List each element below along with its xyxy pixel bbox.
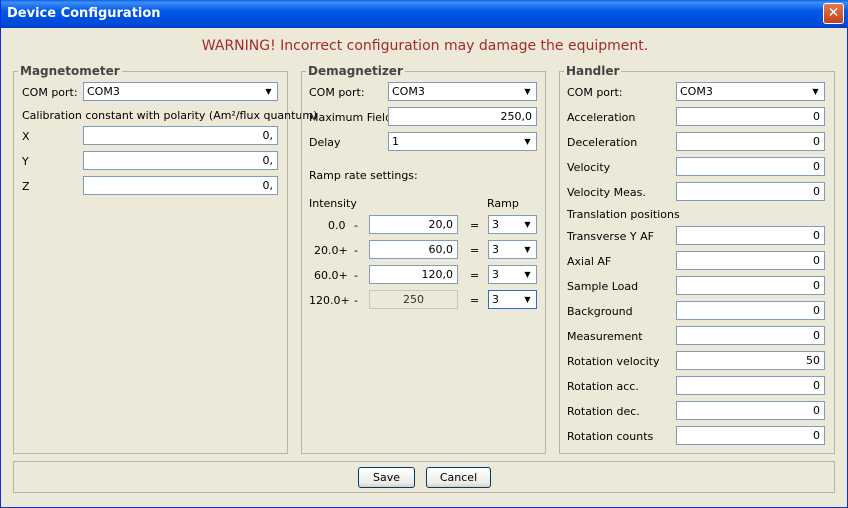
axial-label: Axial AF [567, 255, 612, 268]
ramp-row-from: 0.0 [328, 219, 346, 232]
z-field[interactable]: 0, [83, 176, 278, 195]
handler-com-value: COM3 [680, 85, 713, 98]
cancel-button[interactable]: Cancel [426, 467, 491, 488]
axial-input[interactable]: 0 [676, 251, 825, 270]
ramp-row-to-input-disabled: 250 [369, 290, 458, 309]
demagnetizer-com-select[interactable]: COM3 ▼ [388, 82, 537, 101]
magnetometer-panel: Magnetometer [13, 64, 288, 454]
ramp-row-dash: - [354, 269, 358, 282]
close-icon[interactable]: ✕ [823, 3, 844, 24]
magnetometer-com-value: COM3 [87, 85, 120, 98]
ramp-value: 3 [492, 268, 499, 281]
x-label: X [22, 130, 30, 143]
ramp-value: 3 [492, 218, 499, 231]
y-label: Y [22, 155, 29, 168]
handler-legend: Handler [566, 64, 620, 78]
deceleration-label: Deceleration [567, 136, 638, 149]
calibration-label: Calibration constant with polarity (Am²/… [22, 109, 318, 122]
ramp-row-dash: - [354, 294, 358, 307]
delay-label: Delay [309, 136, 341, 149]
ramp-row-equals: = [470, 244, 480, 257]
y-field[interactable]: 0, [83, 151, 278, 170]
ramp-row-to-input[interactable]: 60,0 [369, 240, 458, 259]
background-input[interactable]: 0 [676, 301, 825, 320]
chevron-down-icon[interactable]: ▼ [808, 84, 823, 99]
ramp-row-equals: = [470, 294, 480, 307]
rotation-counts-input[interactable]: 0 [676, 426, 825, 445]
demagnetizer-com-label: COM port: [309, 86, 365, 99]
measurement-label: Measurement [567, 330, 643, 343]
sample-load-input[interactable]: 0 [676, 276, 825, 295]
max-field-input[interactable]: 250,0 [388, 107, 537, 126]
ramp-row-to-input[interactable]: 20,0 [369, 215, 458, 234]
chevron-down-icon[interactable]: ▼ [520, 267, 535, 282]
rotation-dec-input[interactable]: 0 [676, 401, 825, 420]
velocity-label: Velocity [567, 161, 611, 174]
sample-load-label: Sample Load [567, 280, 639, 293]
z-label: Z [22, 180, 30, 193]
velocity-meas-label: Velocity Meas. [567, 186, 646, 199]
delay-select[interactable]: 1 ▼ [388, 132, 537, 151]
ramp-settings-label: Ramp rate settings: [309, 169, 418, 182]
transverse-input[interactable]: 0 [676, 226, 825, 245]
deceleration-input[interactable]: 0 [676, 132, 825, 151]
max-field-label: Maximum Field [309, 111, 393, 124]
rotation-dec-label: Rotation dec. [567, 405, 640, 418]
ramp-header: Ramp [487, 197, 519, 210]
handler-com-label: COM port: [567, 86, 623, 99]
velocity-meas-input[interactable]: 0 [676, 182, 825, 201]
ramp-select[interactable]: 3 ▼ [488, 215, 537, 234]
chevron-down-icon[interactable]: ▼ [520, 84, 535, 99]
intensity-header: Intensity [309, 197, 357, 210]
ramp-value: 3 [492, 293, 499, 306]
warning-message: WARNING! Incorrect configuration may dam… [201, 38, 649, 54]
device-configuration-window: Device Configuration ✕ WARNING! Incorrec… [0, 0, 848, 508]
save-button[interactable]: Save [358, 467, 415, 488]
ramp-row-from: 20.0+ [314, 244, 348, 257]
ramp-row-from: 60.0+ [314, 269, 348, 282]
ramp-select[interactable]: 3 ▼ [488, 265, 537, 284]
ramp-row-dash: - [354, 244, 358, 257]
rotation-velocity-input[interactable]: 50 [676, 351, 825, 370]
delay-value: 1 [392, 135, 399, 148]
chevron-down-icon[interactable]: ▼ [520, 134, 535, 149]
rotation-velocity-label: Rotation velocity [567, 355, 660, 368]
magnetometer-legend: Magnetometer [20, 64, 120, 78]
acceleration-input[interactable]: 0 [676, 107, 825, 126]
demagnetizer-com-value: COM3 [392, 85, 425, 98]
ramp-value: 3 [492, 243, 499, 256]
transverse-label: Transverse Y AF [567, 230, 654, 243]
magnetometer-com-label: COM port: [22, 86, 78, 99]
x-field[interactable]: 0, [83, 126, 278, 145]
title-bar[interactable]: Device Configuration ✕ [1, 0, 848, 28]
ramp-row-dash: - [354, 219, 358, 232]
ramp-select[interactable]: 3 ▼ [488, 290, 537, 309]
ramp-row-to-input[interactable]: 120,0 [369, 265, 458, 284]
translation-positions-label: Translation positions [567, 208, 680, 221]
button-panel [13, 461, 835, 493]
ramp-row-from: 120.0+ [309, 294, 350, 307]
ramp-select[interactable]: 3 ▼ [488, 240, 537, 259]
chevron-down-icon[interactable]: ▼ [520, 217, 535, 232]
chevron-down-icon[interactable]: ▼ [520, 292, 535, 307]
velocity-input[interactable]: 0 [676, 157, 825, 176]
background-label: Background [567, 305, 633, 318]
ramp-row-equals: = [470, 269, 480, 282]
magnetometer-com-select[interactable]: COM3 ▼ [83, 82, 278, 101]
chevron-down-icon[interactable]: ▼ [261, 84, 276, 99]
demagnetizer-legend: Demagnetizer [308, 64, 403, 78]
rotation-acc-label: Rotation acc. [567, 380, 639, 393]
rotation-counts-label: Rotation counts [567, 430, 654, 443]
ramp-row-equals: = [470, 219, 480, 232]
measurement-input[interactable]: 0 [676, 326, 825, 345]
window-title: Device Configuration [7, 6, 161, 21]
rotation-acc-input[interactable]: 0 [676, 376, 825, 395]
handler-com-select[interactable]: COM3 ▼ [676, 82, 825, 101]
acceleration-label: Acceleration [567, 111, 636, 124]
chevron-down-icon[interactable]: ▼ [520, 242, 535, 257]
